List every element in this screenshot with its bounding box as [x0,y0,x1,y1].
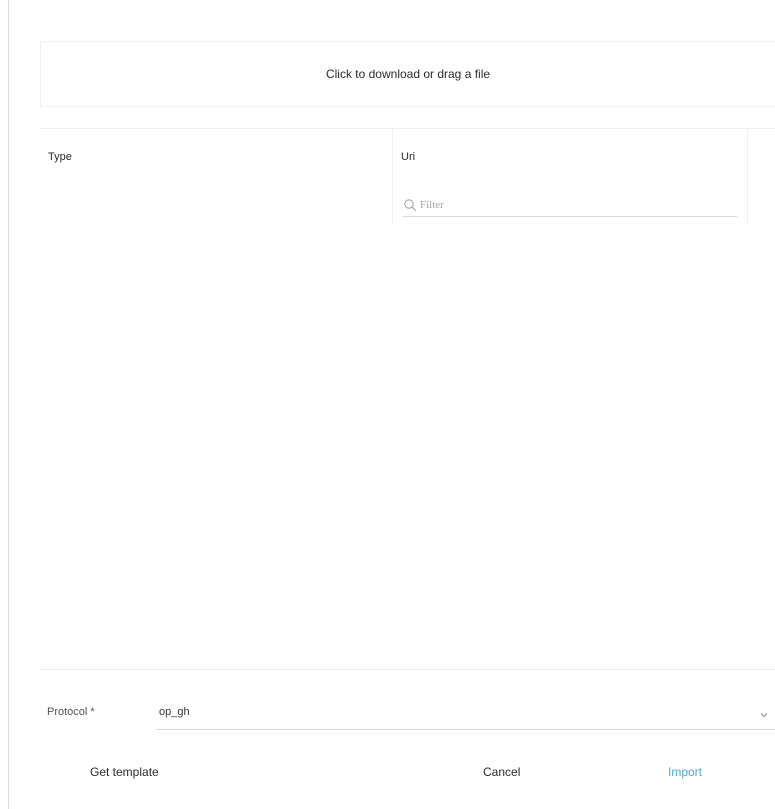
dropzone-label: Click to download or drag a file [325,67,491,81]
protocol-select[interactable]: op_gh [156,698,775,730]
import-dialog: Click to download or drag a file Type Ur… [0,0,775,809]
uri-filter-input[interactable] [420,198,720,211]
cancel-button[interactable]: Cancel [479,760,524,784]
column-header-uri: Uri [401,151,416,163]
protocol-value: op_gh [159,706,190,718]
get-template-button[interactable]: Get template [86,760,163,784]
panel-divider [8,0,9,809]
chevron-down-icon [759,707,769,718]
protocol-label: Protocol * [47,706,95,718]
section-divider [40,669,775,670]
import-table: Type Uri [40,128,775,670]
column-header-uri-cell: Uri [392,129,748,225]
search-icon [403,198,417,212]
uri-filter [403,193,737,217]
column-header-type: Type [48,151,72,163]
file-dropzone[interactable]: Click to download or drag a file [40,41,775,107]
import-button[interactable]: Import [664,760,706,784]
